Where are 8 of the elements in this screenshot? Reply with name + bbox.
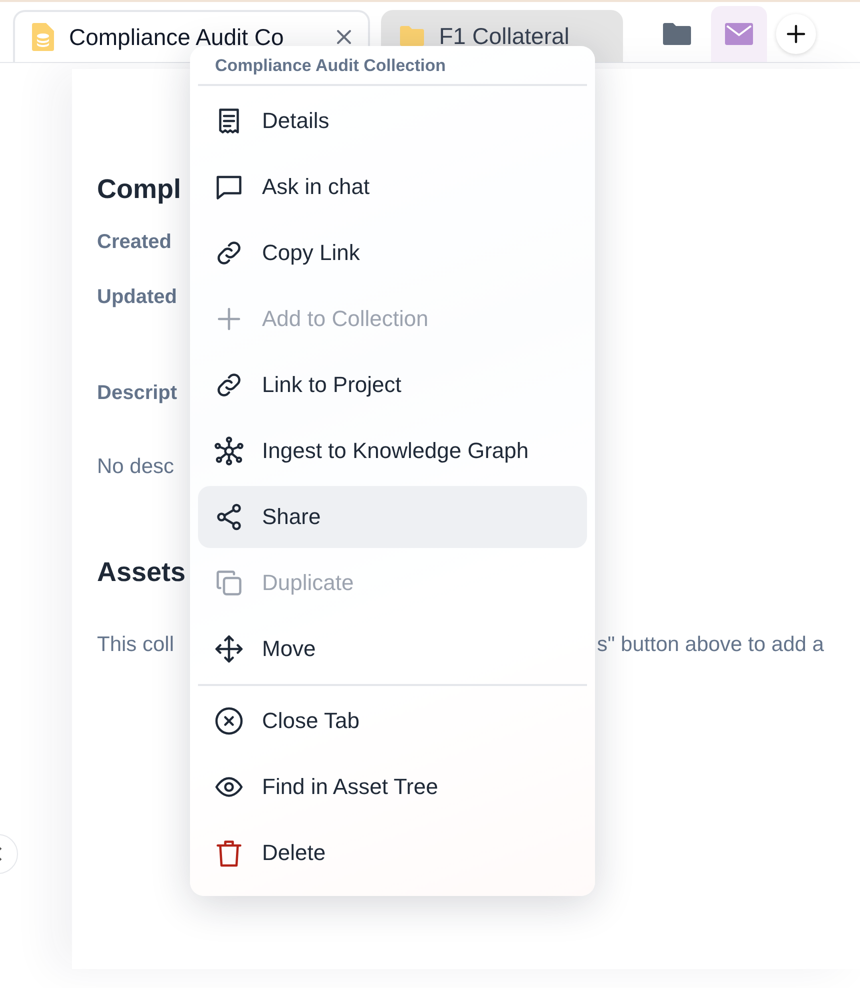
assets-heading: Assets — [97, 557, 186, 588]
assets-empty-text: s" button above to add a — [597, 633, 824, 657]
collection-title: Compl — [97, 174, 181, 205]
description-text: No desc — [97, 455, 174, 479]
updated-label: Updated — [97, 286, 177, 309]
assets-empty-text: This coll — [97, 633, 174, 657]
created-label: Created — [97, 231, 172, 254]
description-label: Descript — [97, 382, 178, 405]
